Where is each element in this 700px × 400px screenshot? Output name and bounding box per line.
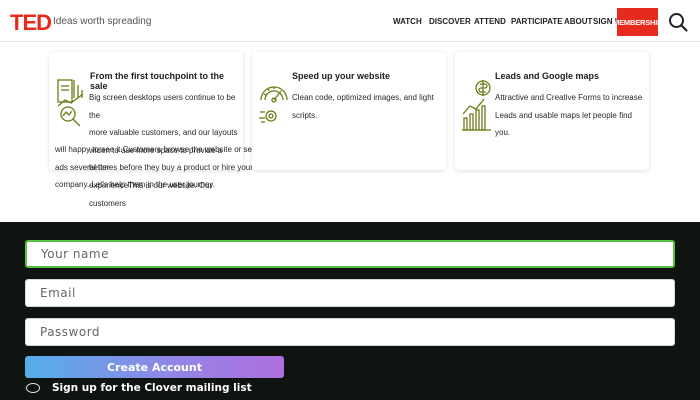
membership-button[interactable]: MEMBERSHIP [613, 8, 662, 36]
mailing-list-radio[interactable] [26, 383, 40, 393]
mailing-list-label: Sign up for the Clover mailing list [52, 382, 252, 394]
nav-attend[interactable]: ATTEND [474, 17, 506, 26]
nav-participate[interactable]: PARTICIPATE [511, 17, 563, 26]
feature-card-sales: From the first touchpoint to the sale Bi… [49, 52, 256, 208]
card-line: scripts. [292, 110, 318, 120]
search-button[interactable] [667, 11, 689, 33]
card-line: will happy to see it.Customers browse th… [55, 145, 257, 154]
search-icon [669, 13, 688, 32]
card-title: Leads and Google maps [495, 71, 600, 81]
feature-card-speed: Speed up your website Clean code, optimi… [252, 52, 446, 170]
speedometer-icon [259, 86, 288, 123]
nav-watch[interactable]: WATCH [393, 17, 422, 26]
card-description: Attractive and Creative Forms to increas… [495, 89, 649, 142]
card-description: Clean code, optimized images, and light … [292, 89, 434, 124]
name-input[interactable] [25, 240, 675, 268]
top-navigation-bar: TED Ideas worth spreading WATCH DISCOVER… [0, 0, 700, 42]
password-input[interactable] [25, 318, 675, 346]
card-line: Big screen desktops users continue to be… [89, 93, 236, 120]
feature-card-leads: Leads and Google maps Attractive and Cre… [455, 52, 649, 170]
nav-discover[interactable]: DISCOVER [429, 17, 471, 26]
card-line: Clean code, optimized images, and light [292, 93, 434, 102]
marketing-chart-icon [57, 79, 84, 127]
card-line: Leads and usable maps let people find yo… [495, 110, 632, 138]
ted-logo[interactable]: TED [10, 10, 52, 36]
nav-about[interactable]: ABOUT [564, 17, 592, 26]
tagline: Ideas worth spreading [53, 16, 152, 27]
location-chart-icon [462, 80, 491, 131]
card-title: From the first touchpoint to the sale [90, 71, 224, 91]
card-line: company. Let's help them in the user jou… [55, 180, 215, 190]
card-line: ads several times before they buy a prod… [55, 162, 253, 172]
card-line: Attractive and Creative Forms to increas… [495, 93, 643, 102]
card-description-overflow: will happy to see it.Customers browse th… [55, 141, 256, 194]
create-account-button[interactable]: Create Account [25, 356, 284, 378]
email-input[interactable] [25, 279, 675, 307]
card-line: more valuable customers, and our layouts [89, 128, 238, 138]
card-title: Speed up your website [292, 71, 391, 81]
